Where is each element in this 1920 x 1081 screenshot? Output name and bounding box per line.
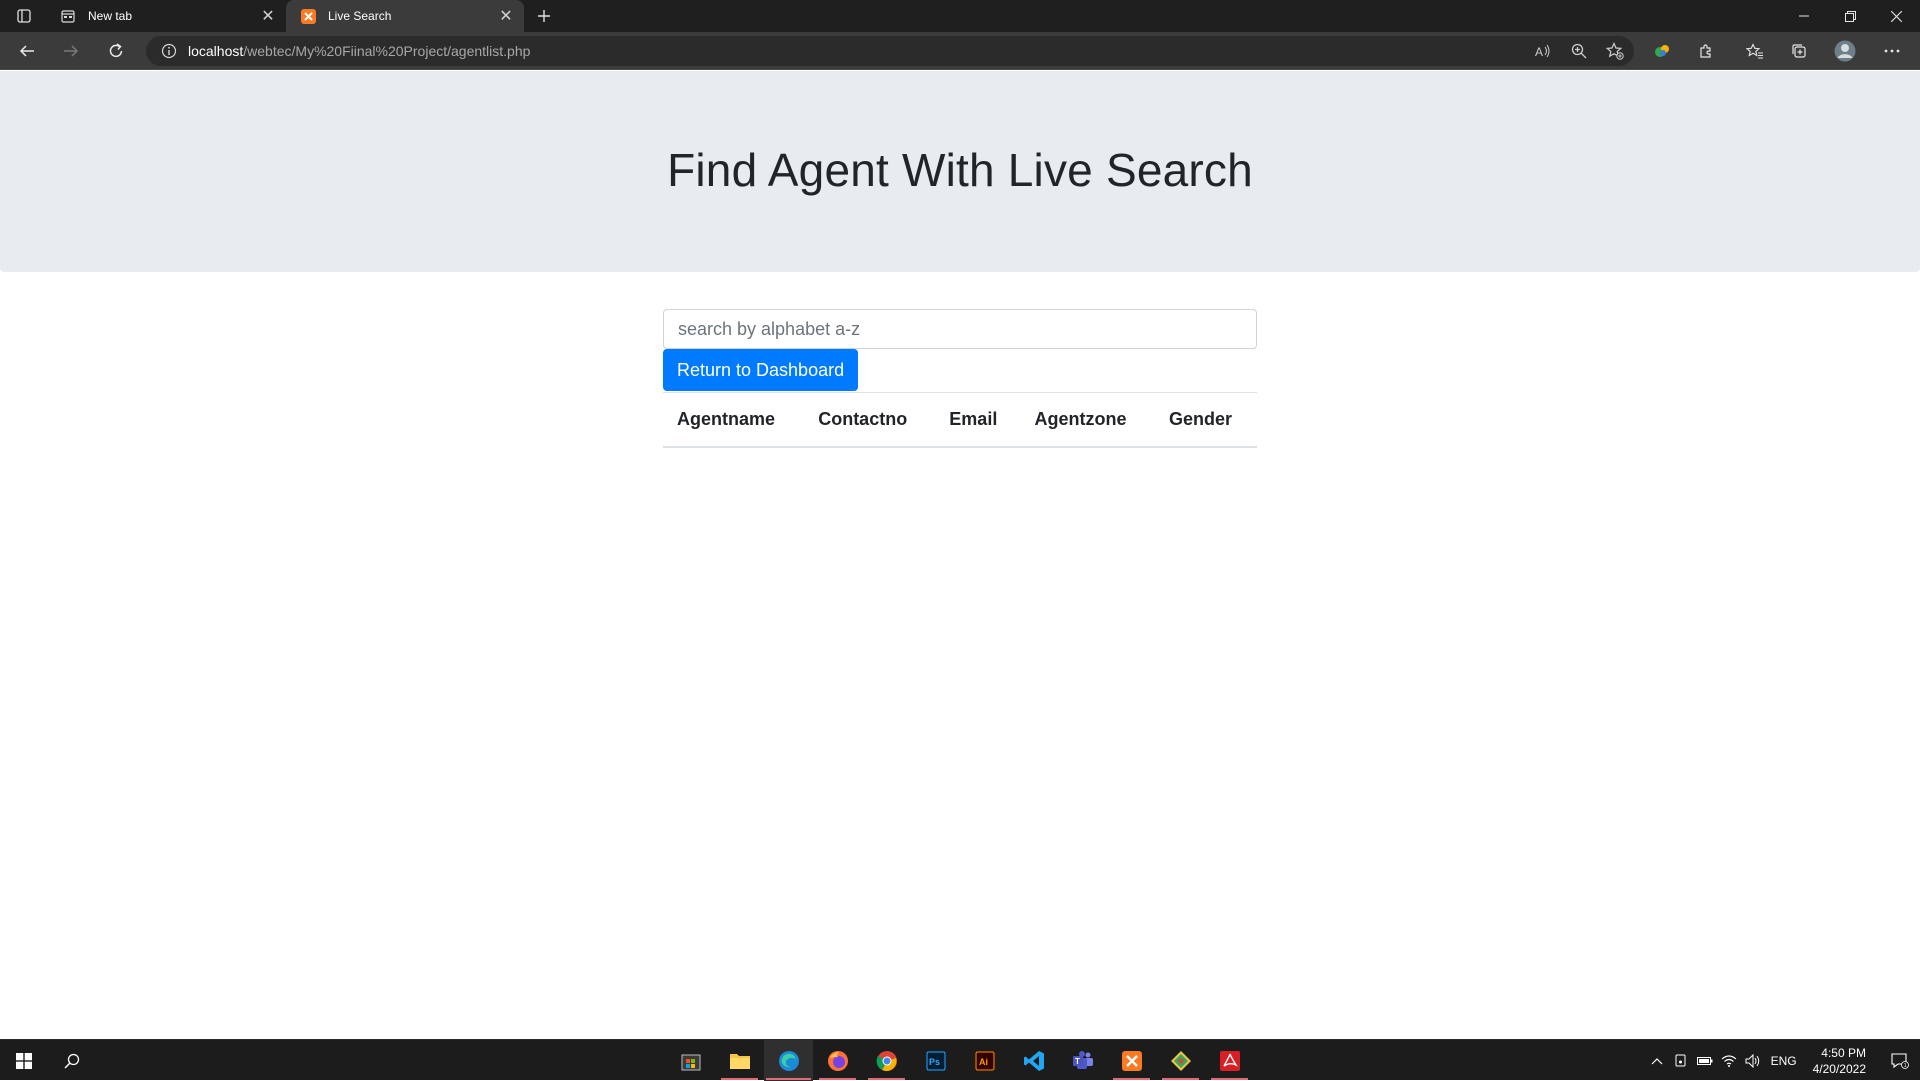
windows-start-icon[interactable] <box>0 1040 48 1081</box>
taskbar-search-icon[interactable] <box>48 1040 96 1081</box>
battery-icon[interactable] <box>1693 1040 1717 1081</box>
svg-text:Ai: Ai <box>979 1057 988 1067</box>
volume-icon[interactable] <box>1741 1040 1765 1081</box>
tab-new-tab[interactable]: New tab ✕ <box>46 0 286 32</box>
photoshop-icon[interactable]: Ps <box>911 1040 960 1081</box>
clock-time: 4:50 PM <box>1821 1045 1866 1060</box>
xampp-icon[interactable] <box>1107 1040 1156 1081</box>
extension-colorful-icon[interactable] <box>1646 36 1678 66</box>
svg-text:T: T <box>1075 1057 1080 1066</box>
column-header-email: Email <box>935 392 1021 448</box>
more-options-icon[interactable] <box>1876 36 1908 66</box>
edge-browser-icon[interactable] <box>764 1040 813 1081</box>
address-bar[interactable]: localhost/webtec/My%20Fiinal%20Project/a… <box>146 36 1634 66</box>
agents-table: Agentname Contactno Email Agentzone Gend… <box>663 392 1257 448</box>
taskbar-clock[interactable]: 4:50 PM 4/20/2022 <box>1813 1045 1866 1077</box>
browser-tab-bar: New tab ✕ Live Search ✕ <box>0 0 1920 32</box>
read-aloud-icon[interactable]: A <box>1530 38 1556 64</box>
language-indicator[interactable]: ENG <box>1771 1054 1797 1068</box>
minimize-icon[interactable] <box>1781 0 1827 32</box>
browser-toolbar: localhost/webtec/My%20Fiinal%20Project/a… <box>0 32 1920 70</box>
svg-text:1: 1 <box>1904 1063 1907 1069</box>
taskbar-apps: Ps Ai T <box>666 1040 1254 1081</box>
svg-text:Ps: Ps <box>929 1057 940 1067</box>
tab-actions-icon[interactable] <box>12 6 36 26</box>
illustrator-icon[interactable]: Ai <box>960 1040 1009 1081</box>
extensions-puzzle-icon[interactable] <box>1690 36 1722 66</box>
profile-avatar-icon[interactable] <box>1829 36 1861 66</box>
close-tab-icon[interactable]: ✕ <box>492 2 520 30</box>
column-header-agentzone: Agentzone <box>1020 392 1155 448</box>
clock-date: 4/20/2022 <box>1812 1061 1866 1076</box>
firefox-icon[interactable] <box>813 1040 862 1081</box>
vscode-icon[interactable] <box>1009 1040 1058 1081</box>
acrobat-icon[interactable] <box>1205 1040 1254 1081</box>
url-text[interactable]: localhost/webtec/My%20Fiinal%20Project/a… <box>188 43 530 59</box>
column-header-contactno: Contactno <box>804 392 936 448</box>
chrome-icon[interactable] <box>862 1040 911 1081</box>
table-header-row: Agentname Contactno Email Agentzone Gend… <box>663 392 1257 448</box>
wifi-icon[interactable] <box>1717 1040 1741 1081</box>
close-tab-icon[interactable]: ✕ <box>254 2 282 30</box>
add-favorite-star-icon[interactable] <box>1602 38 1628 64</box>
collections-icon[interactable] <box>1783 36 1815 66</box>
system-tray: ENG 4:50 PM 4/20/2022 1 <box>1645 1040 1920 1081</box>
restore-icon[interactable] <box>1827 0 1873 32</box>
git-gui-icon[interactable] <box>1156 1040 1205 1081</box>
favorites-icon[interactable] <box>1739 36 1771 66</box>
windows-taskbar: Ps Ai T ENG 4:50 PM 4/20/2022 1 <box>0 1039 1920 1081</box>
page-content: Find Agent With Live Search Return to Da… <box>0 71 1920 1039</box>
tab-title: New tab <box>88 9 133 23</box>
back-arrow-icon[interactable] <box>11 35 43 67</box>
forward-arrow-icon[interactable] <box>55 35 87 67</box>
microsoft-store-icon[interactable] <box>666 1040 715 1081</box>
url-path: /webtec/My%20Fiinal%20Project/agentlist.… <box>243 43 531 59</box>
close-window-icon[interactable] <box>1873 0 1919 32</box>
url-host: localhost <box>188 43 244 59</box>
site-info-icon[interactable] <box>154 36 184 66</box>
tab-live-search[interactable]: Live Search ✕ <box>286 0 524 32</box>
search-container: Return to Dashboard Agentname Contactno … <box>663 309 1257 448</box>
svg-text:A: A <box>1535 45 1543 58</box>
jumbotron-header: Find Agent With Live Search <box>0 71 1920 272</box>
new-tab-page-icon <box>60 8 76 24</box>
zoom-icon[interactable] <box>1566 38 1592 64</box>
column-header-gender: Gender <box>1154 392 1257 448</box>
tab-title: Live Search <box>328 9 392 23</box>
xampp-favicon-icon <box>300 8 316 24</box>
search-input[interactable] <box>663 309 1257 349</box>
new-tab-plus-icon[interactable] <box>532 6 556 26</box>
show-hidden-icons-chevron-icon[interactable] <box>1645 1040 1669 1081</box>
refresh-icon[interactable] <box>100 35 132 67</box>
file-explorer-icon[interactable] <box>715 1040 764 1081</box>
meet-now-icon[interactable] <box>1669 1040 1693 1081</box>
column-header-agentname: Agentname <box>663 392 805 448</box>
teams-icon[interactable]: T <box>1058 1040 1107 1081</box>
notification-center-icon[interactable]: 1 <box>1880 1040 1920 1081</box>
return-to-dashboard-button[interactable]: Return to Dashboard <box>663 349 859 391</box>
page-title: Find Agent With Live Search <box>667 143 1253 196</box>
